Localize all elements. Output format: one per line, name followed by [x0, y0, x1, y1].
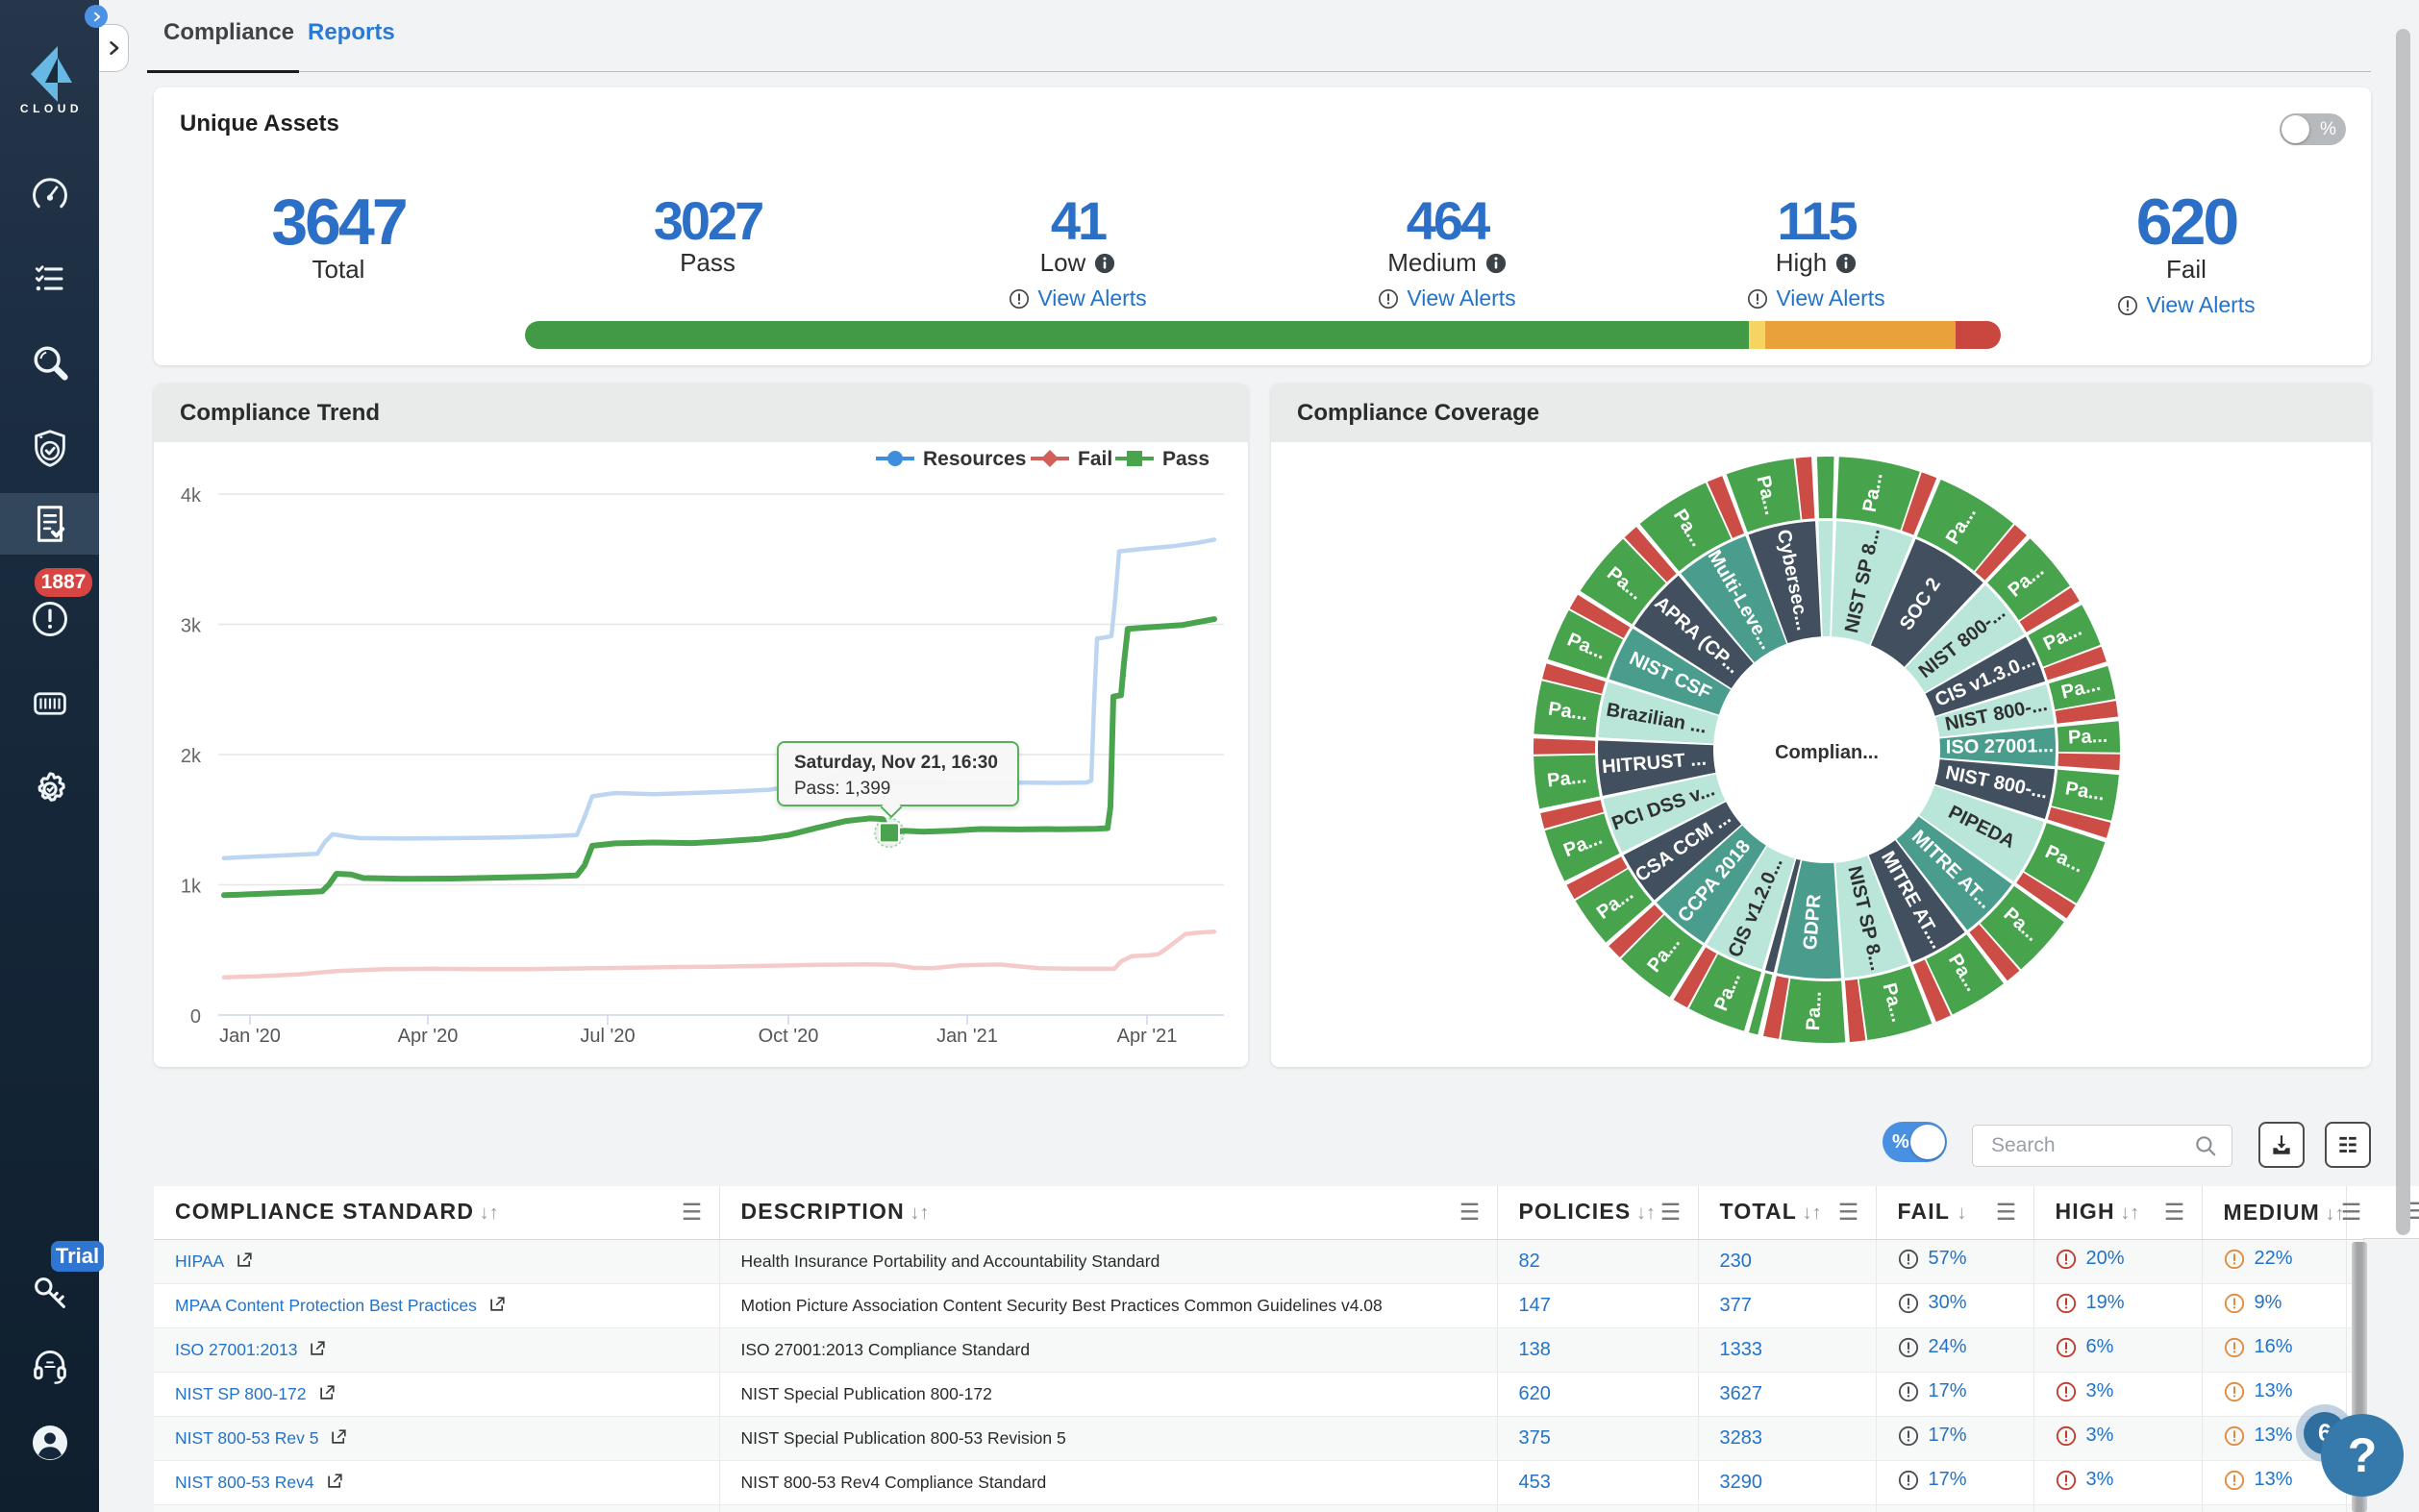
svg-text:Fail: Fail: [1078, 448, 1112, 470]
svg-text:4k: 4k: [181, 485, 202, 507]
svg-text:Apr '20: Apr '20: [398, 1026, 459, 1047]
svg-text:3k: 3k: [181, 616, 202, 637]
svg-text:1k: 1k: [181, 877, 202, 898]
svg-text:GDPR: GDPR: [1800, 893, 1826, 951]
svg-text:Pass: Pass: [1162, 448, 1210, 470]
svg-text:Jan '20: Jan '20: [219, 1026, 281, 1047]
svg-text:Oct '20: Oct '20: [759, 1026, 819, 1047]
svg-text:Apr '21: Apr '21: [1117, 1026, 1178, 1047]
svg-text:0: 0: [190, 1006, 201, 1028]
svg-text:Resources: Resources: [923, 448, 1026, 470]
svg-text:Pa...: Pa...: [2068, 726, 2108, 749]
svg-text:Jul '20: Jul '20: [580, 1026, 635, 1047]
svg-text:Jan '21: Jan '21: [936, 1026, 998, 1047]
svg-text:ISO 27001...: ISO 27001...: [1946, 735, 2055, 758]
svg-text:Pa...: Pa...: [1546, 766, 1587, 792]
svg-text:2k: 2k: [181, 746, 202, 767]
svg-text:Complian...: Complian...: [1775, 742, 1879, 763]
svg-text:Pa...: Pa...: [1803, 991, 1826, 1031]
